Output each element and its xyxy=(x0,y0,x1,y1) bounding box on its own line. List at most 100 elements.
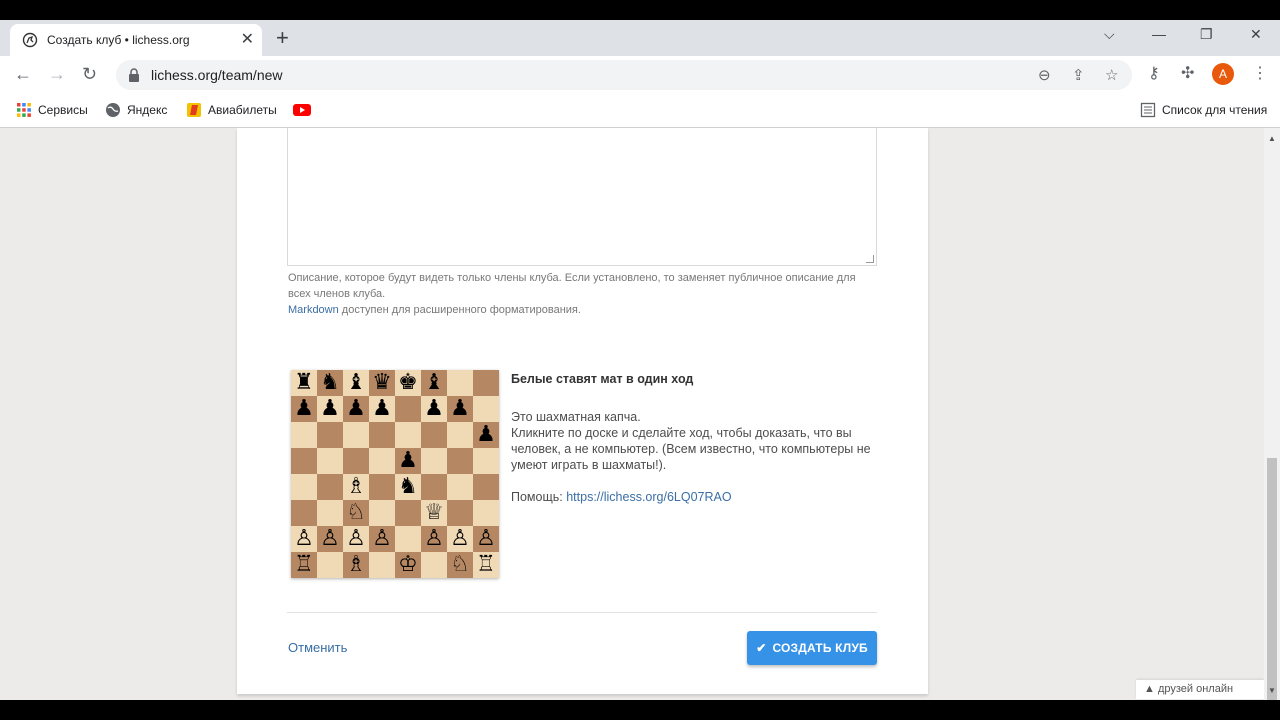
board-square[interactable]: ♟ xyxy=(421,396,447,422)
board-square[interactable] xyxy=(447,500,473,526)
resize-grip-icon[interactable] xyxy=(866,255,874,263)
description-textarea[interactable] xyxy=(287,128,877,266)
board-square[interactable]: ♕ xyxy=(421,500,447,526)
board-square[interactable] xyxy=(473,370,499,396)
board-square[interactable] xyxy=(317,500,343,526)
restore-button[interactable]: ❐ xyxy=(1200,26,1213,43)
board-square[interactable] xyxy=(395,526,421,552)
board-square[interactable] xyxy=(343,422,369,448)
extensions-icon[interactable]: ✣ xyxy=(1181,64,1194,84)
board-square[interactable] xyxy=(395,396,421,422)
captcha-chessboard[interactable]: ♜ ♞ ♝ ♛ ♚ ♝ ♟ ♟ ♟ ♟ ♟ ♟ ♟ ♟ ♗ ♞ ♘ ♕ ♙ ♙ ♙ ♙ ♙ ♙ ♙ ♖ ♗ ♔ ♘ ♖ xyxy=(291,370,499,578)
board-square[interactable]: ♙ xyxy=(317,526,343,552)
board-square[interactable]: ♙ xyxy=(447,526,473,552)
board-square[interactable] xyxy=(421,422,447,448)
reload-button[interactable]: ↻ xyxy=(82,64,97,84)
board-square[interactable] xyxy=(291,448,317,474)
menu-icon[interactable]: ⋮ xyxy=(1252,64,1268,84)
minimize-button[interactable]: — xyxy=(1152,26,1166,42)
scroll-down-icon[interactable]: ▼ xyxy=(1268,686,1276,695)
markdown-link[interactable]: Markdown xyxy=(288,304,339,316)
page-scrollbar[interactable]: ▲ ▼ xyxy=(1264,128,1280,700)
board-square[interactable]: ♝ xyxy=(343,370,369,396)
board-square[interactable]: ♛ xyxy=(369,370,395,396)
scrollbar-thumb[interactable] xyxy=(1267,458,1277,700)
board-square[interactable] xyxy=(447,448,473,474)
board-square[interactable] xyxy=(369,474,395,500)
board-square[interactable] xyxy=(291,474,317,500)
board-square[interactable] xyxy=(395,500,421,526)
board-square[interactable]: ♜ xyxy=(291,370,317,396)
board-square[interactable]: ♟ xyxy=(395,448,421,474)
share-icon[interactable]: ⇪ xyxy=(1072,66,1085,84)
tab-close-icon[interactable]: ✕ xyxy=(241,30,254,50)
url-text[interactable]: lichess.org/team/new xyxy=(151,67,283,83)
bookmark-yandex[interactable]: Яндекс xyxy=(105,102,167,118)
board-square[interactable]: ♘ xyxy=(447,552,473,578)
board-square[interactable] xyxy=(317,552,343,578)
board-square[interactable]: ♟ xyxy=(291,396,317,422)
board-square[interactable] xyxy=(317,448,343,474)
board-square[interactable] xyxy=(395,422,421,448)
create-club-button[interactable]: ✔ СОЗДАТЬ КЛУБ xyxy=(747,631,877,665)
address-bar[interactable]: lichess.org/team/new ⊖ ⇪ ☆ xyxy=(116,60,1132,90)
board-square[interactable]: ♗ xyxy=(343,552,369,578)
close-window-button[interactable]: ✕ xyxy=(1250,26,1262,43)
board-square[interactable] xyxy=(447,422,473,448)
board-square[interactable]: ♙ xyxy=(473,526,499,552)
reading-list-button[interactable]: Список для чтения xyxy=(1140,102,1267,118)
board-square[interactable] xyxy=(421,474,447,500)
tab-search-icon[interactable]: ⌵ xyxy=(1104,26,1115,43)
board-square[interactable] xyxy=(473,396,499,422)
new-tab-button[interactable]: + xyxy=(276,26,289,50)
board-square[interactable]: ♙ xyxy=(421,526,447,552)
friends-online-bar[interactable]: ▲ друзей онлайн xyxy=(1136,680,1264,699)
board-square[interactable] xyxy=(447,474,473,500)
board-square[interactable] xyxy=(291,500,317,526)
board-square[interactable]: ♔ xyxy=(395,552,421,578)
board-square[interactable] xyxy=(291,422,317,448)
bookmark-youtube[interactable] xyxy=(293,102,311,118)
board-square[interactable] xyxy=(473,474,499,500)
board-square[interactable]: ♚ xyxy=(395,370,421,396)
board-square[interactable]: ♟ xyxy=(369,396,395,422)
forward-button[interactable]: → xyxy=(48,64,66,84)
board-square[interactable]: ♙ xyxy=(369,526,395,552)
board-square[interactable] xyxy=(317,474,343,500)
board-square[interactable] xyxy=(447,370,473,396)
board-square[interactable]: ♟ xyxy=(317,396,343,422)
board-square[interactable]: ♙ xyxy=(343,526,369,552)
bookmark-star-icon[interactable]: ☆ xyxy=(1105,66,1118,84)
tab-active[interactable]: Создать клуб • lichess.org ✕ xyxy=(10,24,262,56)
board-square[interactable] xyxy=(473,448,499,474)
board-square[interactable]: ♟ xyxy=(447,396,473,422)
key-icon[interactable]: ⚷ xyxy=(1148,64,1160,84)
scroll-up-icon[interactable]: ▲ xyxy=(1268,134,1276,143)
board-square[interactable]: ♙ xyxy=(291,526,317,552)
bookmark-services[interactable]: Сервисы xyxy=(16,102,88,118)
board-square[interactable]: ♟ xyxy=(473,422,499,448)
board-square[interactable]: ♘ xyxy=(343,500,369,526)
board-square[interactable]: ♞ xyxy=(395,474,421,500)
board-square[interactable]: ♗ xyxy=(343,474,369,500)
board-square[interactable] xyxy=(369,552,395,578)
board-square[interactable] xyxy=(369,500,395,526)
board-square[interactable]: ♖ xyxy=(291,552,317,578)
board-square[interactable] xyxy=(421,552,447,578)
bookmark-aviasales[interactable]: Авиабилеты xyxy=(186,102,277,118)
profile-avatar[interactable]: A xyxy=(1212,63,1234,85)
board-square[interactable] xyxy=(369,448,395,474)
board-square[interactable]: ♝ xyxy=(421,370,447,396)
cancel-link[interactable]: Отменить xyxy=(288,640,347,655)
board-square[interactable] xyxy=(343,448,369,474)
board-square[interactable] xyxy=(473,500,499,526)
captcha-help-link[interactable]: https://lichess.org/6LQ07RAO xyxy=(566,490,731,504)
board-square[interactable] xyxy=(421,448,447,474)
zoom-icon[interactable]: ⊖ xyxy=(1038,66,1051,84)
board-square[interactable] xyxy=(369,422,395,448)
board-square[interactable]: ♞ xyxy=(317,370,343,396)
board-square[interactable]: ♟ xyxy=(343,396,369,422)
board-square[interactable]: ♖ xyxy=(473,552,499,578)
board-square[interactable] xyxy=(317,422,343,448)
back-button[interactable]: ← xyxy=(14,64,32,84)
